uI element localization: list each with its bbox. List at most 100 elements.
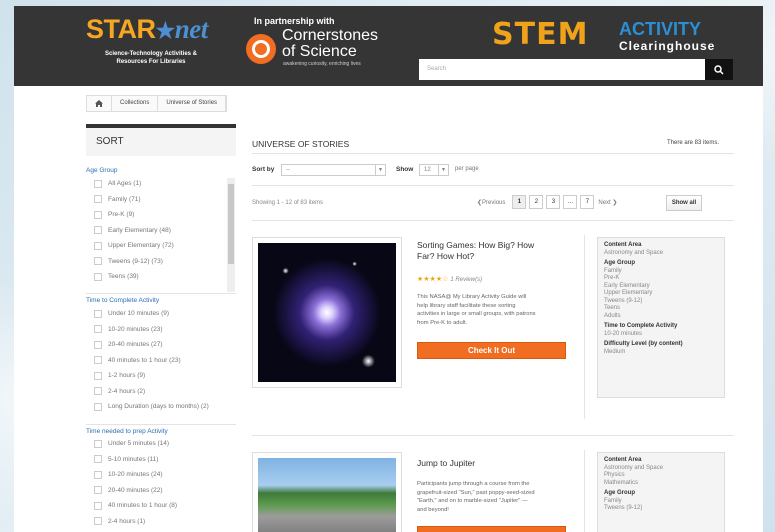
- facet-option-label: 20-40 minutes (22): [108, 486, 163, 494]
- product-title[interactable]: Sorting Games: How Big? How Far? How Hot…: [417, 240, 534, 262]
- checkbox[interactable]: [94, 439, 102, 448]
- product-description: Participants jump through a course from …: [417, 480, 577, 514]
- age-group-scrollbar[interactable]: [227, 178, 235, 292]
- page-link[interactable]: 1: [512, 195, 527, 209]
- checkbox[interactable]: [94, 356, 102, 365]
- checkbox[interactable]: [94, 257, 102, 266]
- facet-option[interactable]: Tweens (9-12) (73): [94, 254, 174, 270]
- facet-option-label: Teens (39): [108, 273, 139, 281]
- description-line: Participants jump through a course from …: [417, 481, 530, 487]
- page-link[interactable]: 3: [546, 195, 561, 209]
- checkbox[interactable]: [94, 455, 102, 464]
- meta-value: Mathematics: [604, 479, 639, 486]
- facet-option[interactable]: 2-4 hours (1): [94, 514, 177, 530]
- checkbox[interactable]: [94, 340, 102, 349]
- divider: [584, 235, 585, 419]
- divider: [584, 450, 585, 532]
- page-ellipsis: ...: [563, 195, 578, 209]
- home-breadcrumb[interactable]: [87, 96, 112, 111]
- facet-option[interactable]: Early Elementary (48): [94, 223, 174, 239]
- facet-option[interactable]: 1-2 hours (9): [94, 368, 209, 384]
- outdoor-photo-image: [258, 458, 396, 532]
- cornerstones-title-line-1: Cornerstones: [282, 27, 379, 44]
- checkbox[interactable]: [94, 179, 102, 188]
- show-label: Show: [396, 166, 414, 173]
- checkbox[interactable]: [94, 195, 102, 204]
- meta-value: Pre-K: [604, 275, 620, 281]
- galaxy-image: [258, 243, 396, 382]
- facet-option[interactable]: 20-40 minutes (27): [94, 337, 209, 353]
- checkbox[interactable]: [94, 371, 102, 380]
- facet-option[interactable]: Family (71): [94, 192, 174, 208]
- product-image[interactable]: [252, 237, 402, 388]
- sort-by-select[interactable]: -- ▼: [281, 164, 386, 176]
- facet-option-label: 20-40 minutes (27): [108, 341, 163, 349]
- facet-option-label: Under 5 minutes (14): [108, 440, 170, 448]
- facet-option[interactable]: 10-20 minutes (24): [94, 467, 177, 483]
- items-per-page-select[interactable]: 12 ▼: [419, 164, 449, 176]
- meta-value: Physics: [604, 472, 625, 478]
- checkbox[interactable]: [94, 309, 102, 318]
- facet-option[interactable]: Under 5 minutes (14): [94, 436, 177, 452]
- divider: [252, 185, 734, 186]
- facet-option-label: 1-2 hours (9): [108, 372, 146, 380]
- checkbox[interactable]: [94, 387, 102, 396]
- facet-option[interactable]: 5-10 minutes (11): [94, 452, 177, 468]
- facet-option[interactable]: Teens (39): [94, 269, 174, 285]
- facet-option[interactable]: Under 10 minutes (9): [94, 306, 209, 322]
- facet-option[interactable]: Pre-K (9): [94, 207, 174, 223]
- facet-option-label: 10-20 minutes (24): [108, 471, 163, 479]
- breadcrumb-collections[interactable]: Collections: [112, 96, 159, 111]
- site-header: STAR★net Science-Technology Activities &…: [14, 6, 763, 86]
- checkbox[interactable]: [94, 226, 102, 235]
- search-input[interactable]: Search: [419, 59, 705, 80]
- per-page-label: per page: [455, 166, 479, 172]
- pagination-previous[interactable]: ❮Previous: [477, 199, 505, 206]
- search-button[interactable]: [705, 59, 733, 80]
- checkbox[interactable]: [94, 325, 102, 334]
- starnet-subtitle-line-2: Resources For Libraries: [116, 59, 186, 65]
- show-all-button[interactable]: Show all: [666, 195, 702, 211]
- starnet-logo[interactable]: STAR★net Science-Technology Activities &…: [86, 14, 236, 66]
- review-count[interactable]: 1 Review(s): [450, 277, 482, 283]
- facet-option[interactable]: 2-4 hours (2): [94, 384, 209, 400]
- page-link[interactable]: 2: [529, 195, 544, 209]
- facet-title-age-group: Age Group: [86, 167, 118, 174]
- scrollbar-thumb[interactable]: [228, 184, 234, 264]
- facet-option[interactable]: 10-20 minutes (23): [94, 322, 209, 338]
- divider: [86, 424, 236, 425]
- checkbox[interactable]: [94, 501, 102, 510]
- meta-value: 10-20 minutes: [604, 330, 643, 337]
- product-image[interactable]: [252, 452, 402, 532]
- check-it-out-button-partial[interactable]: [417, 526, 566, 532]
- checkbox[interactable]: [94, 486, 102, 495]
- next-label: Next: [598, 199, 611, 206]
- check-it-out-button[interactable]: Check It Out: [417, 342, 566, 359]
- facet-option[interactable]: Long Duration (days to months) (2): [94, 399, 209, 415]
- checkbox[interactable]: [94, 241, 102, 250]
- checkbox[interactable]: [94, 470, 102, 479]
- divider: [86, 293, 236, 294]
- facet-option-label: Tweens (9-12) (73): [108, 257, 163, 265]
- meta-heading: Content Area: [604, 242, 642, 248]
- pagination-next[interactable]: Next ❯: [598, 199, 617, 206]
- product-title-line-1: Sorting Games: How Big? How: [417, 240, 535, 250]
- checkbox[interactable]: [94, 402, 102, 411]
- stem-logo[interactable]: STEM: [492, 20, 588, 50]
- product-title[interactable]: Jump to Jupiter: [417, 458, 475, 469]
- description-line: grapefruit-sized "Sun," past poppy-seed-…: [417, 489, 535, 496]
- facet-option[interactable]: 20-40 minutes (22): [94, 483, 177, 499]
- description-line: and beyond!: [417, 506, 449, 513]
- cornerstones-logo[interactable]: Cornerstones of Science: [282, 28, 378, 60]
- checkbox[interactable]: [94, 517, 102, 526]
- facet-option[interactable]: 40 minutes to 1 hour (23): [94, 353, 209, 369]
- checkbox[interactable]: [94, 272, 102, 281]
- activity-logo-text: ACTIVITY: [619, 19, 702, 39]
- facet-option[interactable]: All Ages (1): [94, 176, 174, 192]
- page-link[interactable]: 7: [580, 195, 595, 209]
- facet-option[interactable]: Upper Elementary (72): [94, 238, 174, 254]
- search-icon: [714, 64, 724, 75]
- facet-option[interactable]: 40 minutes to 1 hour (8): [94, 498, 177, 514]
- star-rating: ★★★★☆ 1 Review(s): [417, 275, 482, 283]
- checkbox[interactable]: [94, 210, 102, 219]
